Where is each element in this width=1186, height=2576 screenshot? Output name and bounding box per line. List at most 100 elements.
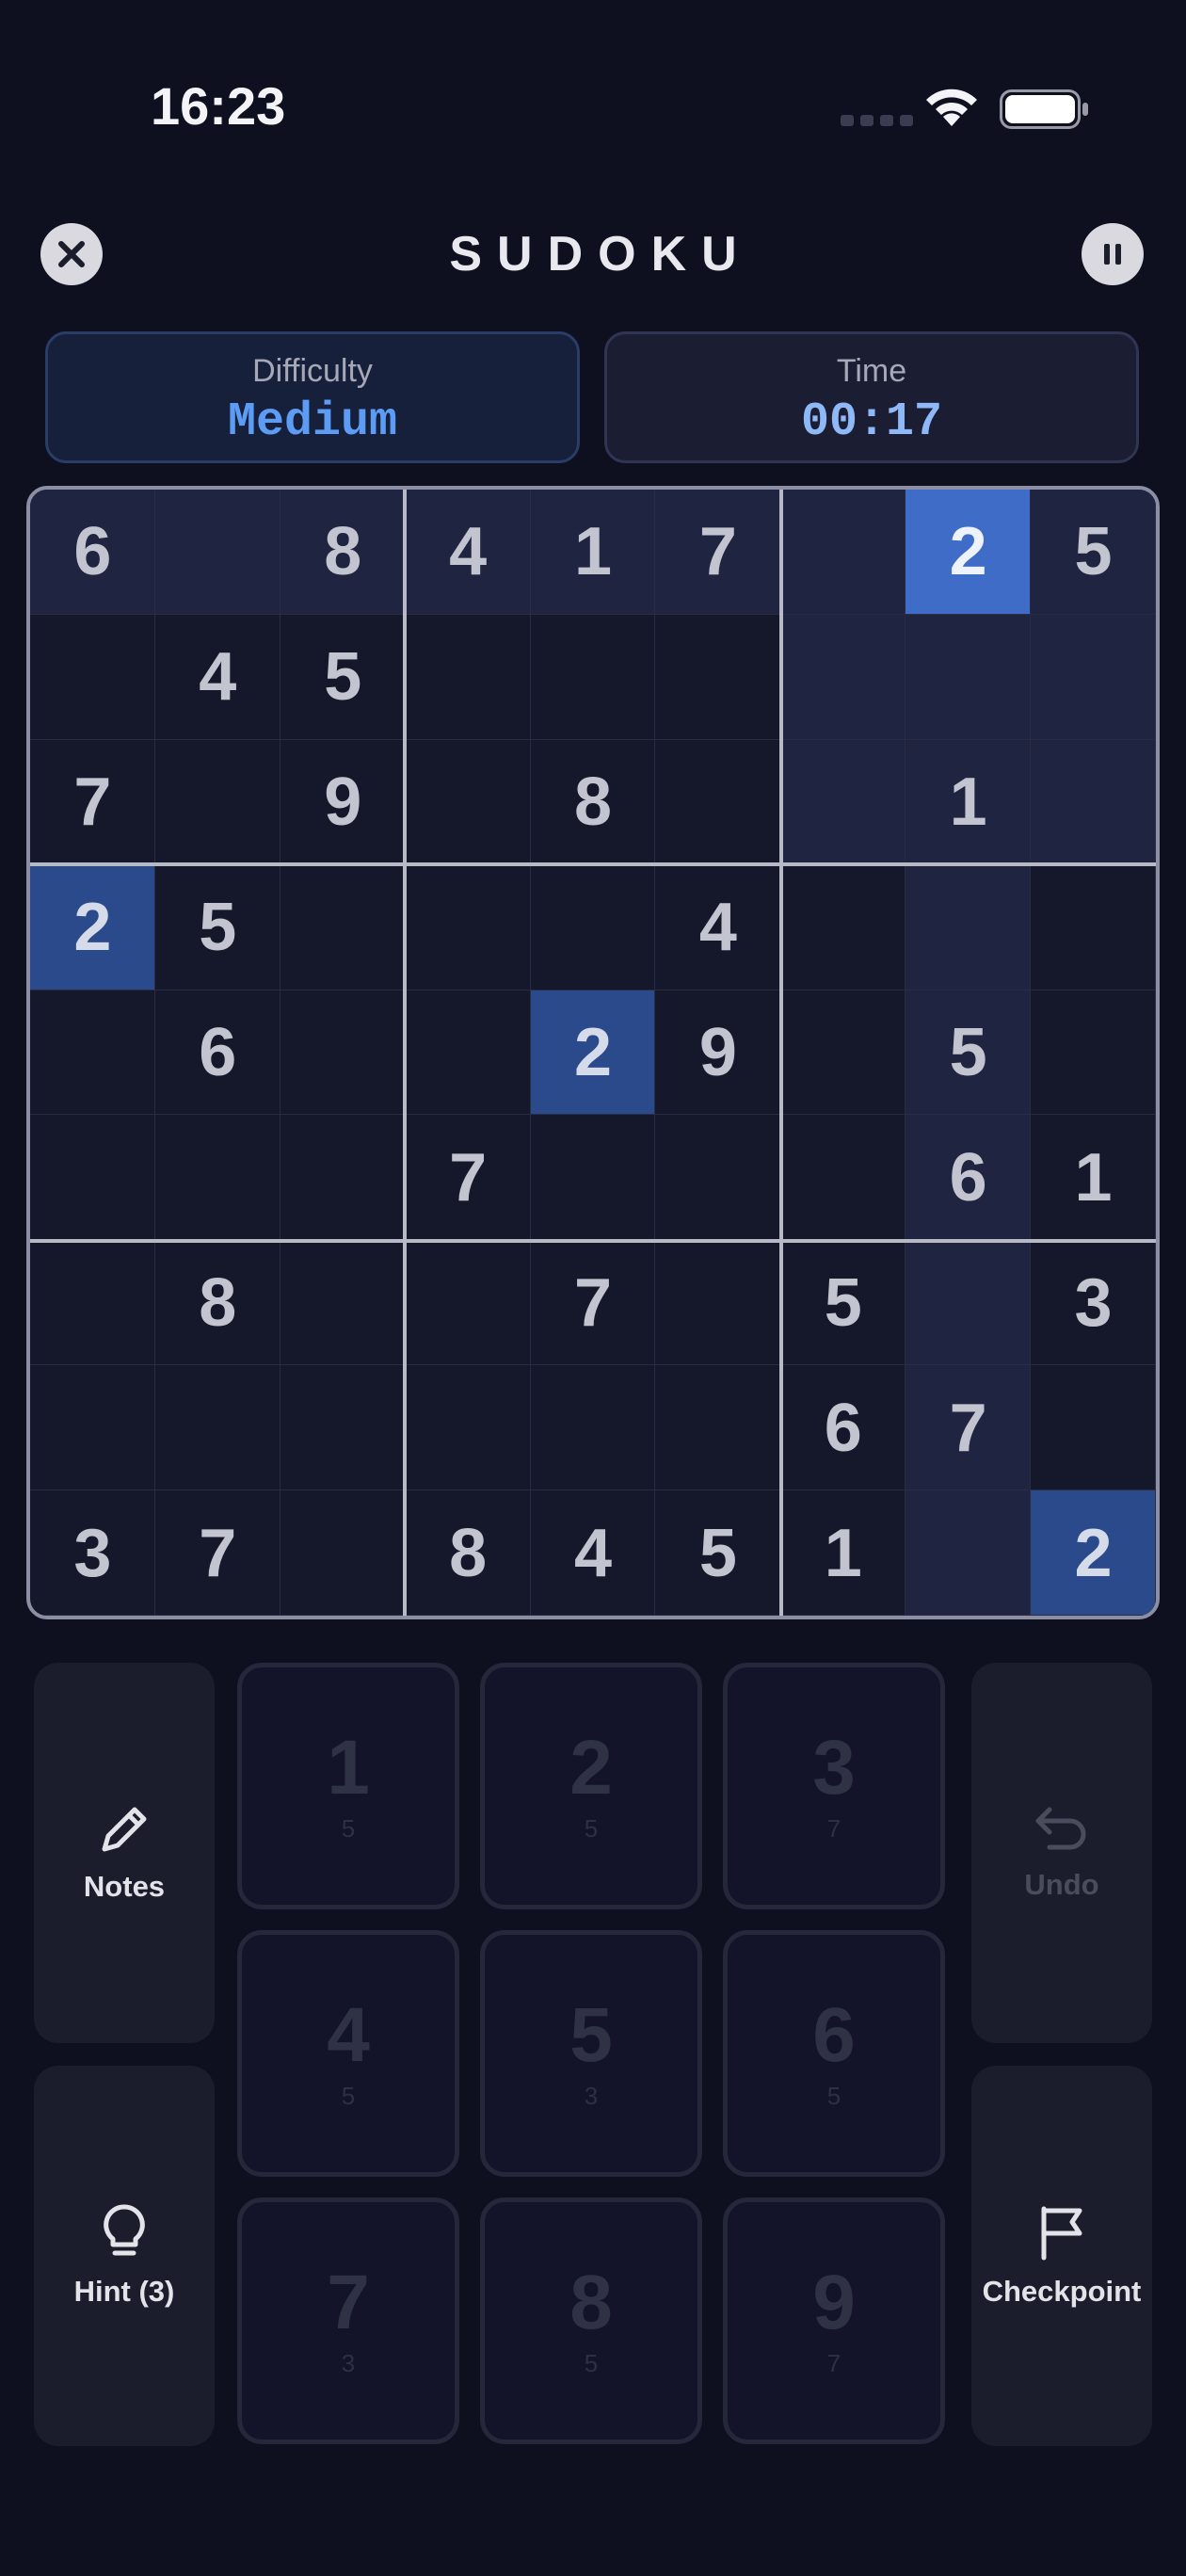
board-cell[interactable]: 4 <box>531 1490 656 1616</box>
board-cell[interactable]: 6 <box>155 990 280 1116</box>
board-cell[interactable] <box>1031 1365 1156 1490</box>
board-cell[interactable] <box>1031 990 1156 1116</box>
board-cell[interactable] <box>30 1115 155 1240</box>
board-cell[interactable] <box>906 1240 1032 1366</box>
board-cell[interactable] <box>406 1240 531 1365</box>
notes-button[interactable]: Notes <box>34 1663 215 2043</box>
board-cell[interactable] <box>531 1365 656 1490</box>
board-cell[interactable] <box>406 865 531 990</box>
board-cell[interactable]: 1 <box>530 490 656 615</box>
board-cell[interactable]: 8 <box>406 1490 531 1616</box>
hint-button[interactable]: Hint (3) <box>34 2066 215 2446</box>
board-cell[interactable] <box>655 615 780 740</box>
number-button[interactable]: 85 <box>480 2198 702 2444</box>
number-button[interactable]: 65 <box>723 1930 945 2177</box>
board-cell[interactable] <box>531 865 656 990</box>
board-cell[interactable] <box>280 865 406 990</box>
board-cell[interactable] <box>780 865 906 990</box>
board-cell[interactable]: 5 <box>1031 490 1156 615</box>
board-cell[interactable] <box>406 615 531 740</box>
board-cell[interactable]: 1 <box>906 739 1032 865</box>
notes-label: Notes <box>83 1870 166 1903</box>
board-cell[interactable] <box>280 990 406 1116</box>
board-cell[interactable]: 6 <box>780 1365 906 1490</box>
board-cell[interactable] <box>780 739 906 865</box>
board-cell[interactable] <box>154 490 280 615</box>
board-cell[interactable]: 5 <box>280 615 406 740</box>
number-button[interactable]: 53 <box>480 1930 702 2177</box>
board-cell[interactable]: 4 <box>405 490 531 615</box>
board-cell[interactable] <box>30 1240 155 1365</box>
board-cell[interactable] <box>655 1240 780 1365</box>
board-cell[interactable]: 7 <box>906 1365 1032 1491</box>
board-cell[interactable] <box>155 1365 280 1490</box>
board-cell[interactable] <box>531 615 656 740</box>
board-cell[interactable]: 8 <box>155 1240 280 1365</box>
board-cell[interactable]: 7 <box>30 740 155 865</box>
board-cell[interactable] <box>280 1115 406 1240</box>
board-cell[interactable]: 9 <box>280 740 406 865</box>
board-cell[interactable]: 7 <box>155 1490 280 1616</box>
board-cell[interactable] <box>155 740 280 865</box>
number-button[interactable]: 15 <box>237 1663 459 1909</box>
board-cell[interactable]: 3 <box>1031 1240 1156 1365</box>
pause-button[interactable] <box>1082 223 1144 285</box>
box-divider <box>30 862 1156 866</box>
board-cell[interactable] <box>406 990 531 1116</box>
board-cell[interactable]: 4 <box>155 615 280 740</box>
board-cell[interactable] <box>280 1240 406 1365</box>
board-cell[interactable] <box>406 1365 531 1490</box>
board-cell[interactable]: 9 <box>655 990 780 1116</box>
board-cell[interactable] <box>1031 614 1156 740</box>
board-cell[interactable]: 7 <box>655 490 781 615</box>
board-cell[interactable]: 7 <box>406 1115 531 1240</box>
board-cell[interactable] <box>406 740 531 865</box>
board-cell[interactable] <box>780 490 906 615</box>
board-cell[interactable]: 5 <box>655 1490 780 1616</box>
board-cell[interactable] <box>655 1365 780 1490</box>
board-cell[interactable] <box>906 1490 1032 1616</box>
number-button[interactable]: 37 <box>723 1663 945 1909</box>
board-cell[interactable] <box>30 990 155 1116</box>
number-button[interactable]: 45 <box>237 1930 459 2177</box>
number-button[interactable]: 97 <box>723 2198 945 2444</box>
board-cell[interactable] <box>655 740 780 865</box>
board-cell[interactable]: 4 <box>655 865 780 990</box>
board-cell[interactable]: 5 <box>780 1240 906 1365</box>
board-cell[interactable]: 7 <box>531 1240 656 1365</box>
board-cell[interactable]: 2 <box>906 490 1032 615</box>
cellular-signal-icon <box>841 115 913 126</box>
board-cell[interactable] <box>1031 739 1156 865</box>
board-cell[interactable] <box>30 1365 155 1490</box>
board-cell[interactable]: 6 <box>30 490 155 615</box>
board-cell[interactable] <box>655 1115 780 1240</box>
difficulty-value: Medium <box>227 395 398 449</box>
board-cell[interactable]: 1 <box>1031 1115 1156 1240</box>
board-cell[interactable]: 8 <box>280 490 406 615</box>
board-cell[interactable]: 5 <box>906 990 1032 1116</box>
board-cell[interactable]: 6 <box>906 1115 1032 1241</box>
board-cell[interactable] <box>155 1115 280 1240</box>
number-button[interactable]: 25 <box>480 1663 702 1909</box>
board-cell[interactable]: 1 <box>780 1490 906 1616</box>
board-cell[interactable] <box>531 1115 656 1240</box>
board-cell[interactable]: 2 <box>30 864 155 990</box>
board-cell[interactable] <box>1031 865 1156 990</box>
board-cell[interactable] <box>780 614 906 740</box>
number-button[interactable]: 73 <box>237 2198 459 2444</box>
board-cell[interactable] <box>906 864 1032 990</box>
undo-button[interactable]: Undo <box>971 1663 1152 2043</box>
board-cell[interactable]: 5 <box>155 865 280 990</box>
board-cell[interactable] <box>780 990 906 1116</box>
board-cell[interactable] <box>30 615 155 740</box>
board-cell[interactable]: 2 <box>530 990 656 1116</box>
board-cell[interactable] <box>280 1490 406 1616</box>
board-cell[interactable] <box>780 1115 906 1240</box>
board-cell[interactable]: 3 <box>30 1490 155 1616</box>
undo-label: Undo <box>1024 1868 1099 1901</box>
board-cell[interactable]: 8 <box>531 740 656 865</box>
board-cell[interactable] <box>280 1365 406 1490</box>
checkpoint-button[interactable]: Checkpoint <box>971 2066 1152 2446</box>
board-cell[interactable]: 2 <box>1031 1490 1156 1616</box>
board-cell[interactable] <box>906 614 1032 740</box>
